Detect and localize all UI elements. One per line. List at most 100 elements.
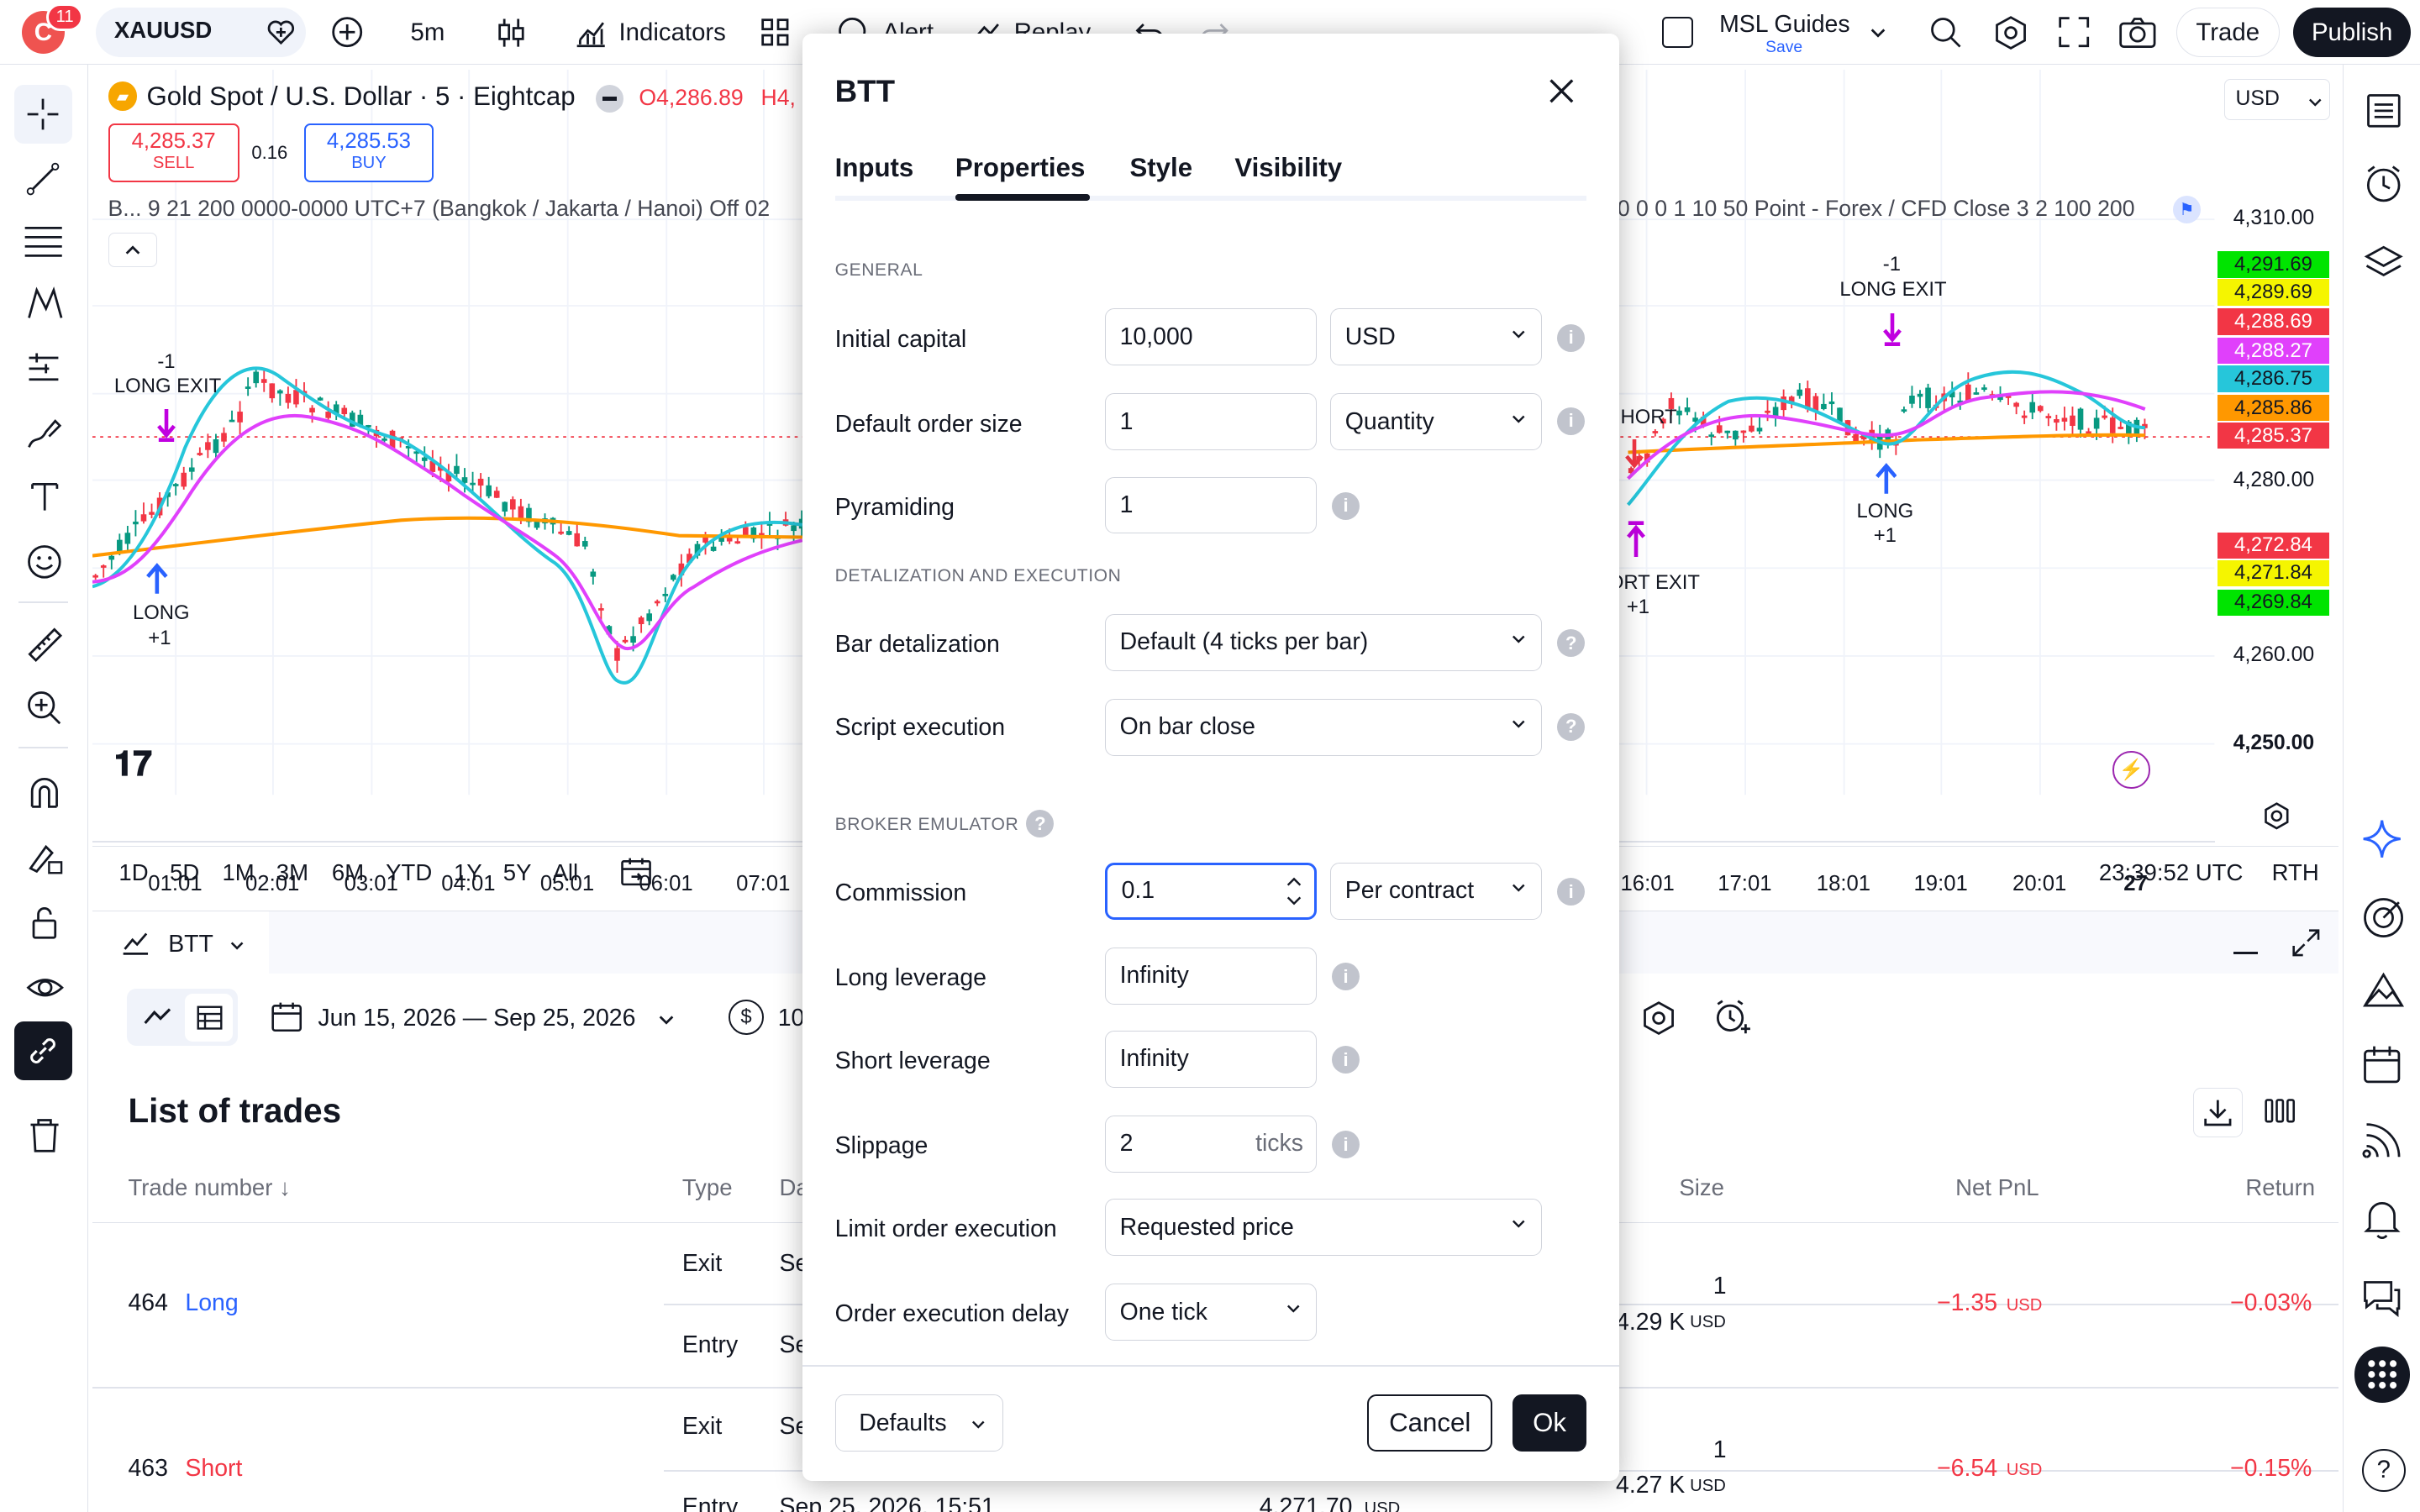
strategy-settings-icon[interactable] (1640, 1000, 1677, 1037)
range-6m[interactable]: 6M (332, 859, 364, 886)
layers-icon[interactable] (2362, 241, 2405, 284)
bar-detalization-select[interactable]: Default (4 ticks per bar) (1105, 614, 1542, 671)
slippage-input[interactable]: 2 ticks (1105, 1115, 1317, 1173)
col-net-pnl[interactable]: Net PnL (1955, 1174, 2039, 1201)
info-icon[interactable]: i (1332, 963, 1360, 991)
chat-icon[interactable] (2360, 1278, 2403, 1318)
spinner-icon[interactable] (1285, 873, 1303, 910)
date-range[interactable]: Jun 15, 2026 — Sep 25, 2026 (318, 1005, 635, 1032)
lock-drawing-icon[interactable] (24, 837, 65, 878)
col-return[interactable]: Return (2245, 1174, 2315, 1201)
camera-icon[interactable] (2118, 14, 2158, 51)
ok-button[interactable]: Ok (1512, 1394, 1587, 1452)
help-icon[interactable]: ? (1557, 629, 1586, 658)
col-size[interactable]: Size (1679, 1174, 1724, 1201)
tab-properties[interactable]: Properties (955, 153, 1085, 183)
info-icon[interactable]: i (1557, 407, 1586, 435)
trash-icon[interactable] (26, 1116, 63, 1156)
brush-icon[interactable] (24, 413, 65, 454)
help-icon[interactable]: ? (2362, 1448, 2406, 1493)
order-size-type-select[interactable]: Quantity (1330, 393, 1542, 451)
strategy-params[interactable]: B... 9 21 200 0000-0000 UTC+7 (Bangkok /… (108, 196, 771, 222)
fullscreen-icon[interactable] (2057, 15, 2091, 49)
info-icon[interactable]: i (1332, 491, 1360, 520)
pattern-icon[interactable] (24, 284, 65, 324)
cancel-button[interactable]: Cancel (1367, 1394, 1493, 1452)
range-all[interactable]: All (553, 859, 579, 886)
layout-checkbox[interactable] (1662, 17, 1693, 48)
buy-button[interactable]: 4,285.53 BUY (303, 123, 434, 182)
layout-save[interactable]: Save (1765, 39, 1802, 57)
notifications-bell-icon[interactable] (2362, 1197, 2402, 1240)
indicators-button[interactable]: Indicators (619, 18, 726, 47)
add-alert-icon[interactable] (1712, 998, 1752, 1038)
chevron-down-icon[interactable] (229, 937, 245, 953)
range-1m[interactable]: 1M (222, 859, 254, 886)
publish-button[interactable]: Publish (2293, 8, 2411, 57)
range-5d[interactable]: 5D (170, 859, 199, 886)
quick-search-icon[interactable] (1928, 14, 1965, 51)
range-1d[interactable]: 1D (118, 859, 148, 886)
prediction-icon[interactable] (24, 349, 65, 389)
chart-title[interactable]: Gold Spot / U.S. Dollar · 5 · Eightcap (146, 81, 575, 112)
defaults-button[interactable]: Defaults (834, 1394, 1003, 1452)
zoom-in-icon[interactable] (24, 688, 65, 728)
chart-view-icon[interactable] (142, 1005, 173, 1029)
order-size-input[interactable]: 1 (1105, 393, 1317, 451)
sell-button[interactable]: 4,285.37 SELL (108, 123, 239, 182)
range-5y[interactable]: 5Y (503, 859, 532, 886)
settings-icon[interactable] (2261, 801, 2292, 832)
layouts-grid-icon[interactable] (760, 17, 791, 48)
heart-plus-icon[interactable] (266, 17, 297, 48)
candles-icon[interactable] (497, 14, 528, 51)
eye-icon[interactable] (24, 966, 66, 1009)
trend-line-icon[interactable] (24, 160, 61, 197)
compare-plus-icon[interactable] (330, 15, 364, 49)
interval-button[interactable]: 5m (411, 18, 445, 47)
col-trade-number[interactable]: Trade number ↓ (128, 1174, 290, 1201)
commission-type-select[interactable]: Per contract (1330, 862, 1542, 920)
info-icon[interactable]: i (1332, 1131, 1360, 1159)
target-icon[interactable] (2360, 895, 2407, 941)
initial-capital-input[interactable]: 10,000 (1105, 308, 1317, 366)
indicators-icon[interactable] (574, 15, 608, 49)
settings-icon[interactable] (1992, 14, 2029, 51)
limit-order-select[interactable]: Requested price (1105, 1199, 1542, 1257)
tab-style[interactable]: Style (1129, 153, 1192, 183)
calendar-icon[interactable] (2360, 1043, 2403, 1086)
emoji-icon[interactable] (24, 542, 65, 582)
tab-visibility[interactable]: Visibility (1234, 153, 1342, 183)
short-leverage-input[interactable]: Infinity (1105, 1030, 1317, 1088)
range-ytd[interactable]: YTD (386, 859, 432, 886)
watchlist-icon[interactable] (2364, 91, 2404, 131)
trade-button[interactable]: Trade (2175, 8, 2280, 57)
text-tool-icon[interactable] (28, 478, 61, 515)
magnet-icon[interactable] (24, 773, 65, 813)
maximize-panel-icon[interactable] (2291, 927, 2322, 958)
pyramiding-input[interactable]: 1 (1105, 476, 1317, 534)
ruler-icon[interactable] (24, 623, 66, 666)
unlock-icon[interactable] (24, 902, 65, 942)
col-type[interactable]: Type (682, 1174, 733, 1201)
execution-delay-select[interactable]: One tick (1105, 1284, 1317, 1341)
chevron-down-icon[interactable] (657, 1011, 676, 1029)
streams-icon[interactable] (2362, 1121, 2402, 1162)
range-3m[interactable]: 3M (276, 859, 308, 886)
long-leverage-input[interactable]: Infinity (1105, 947, 1317, 1005)
alarm-icon[interactable] (2362, 162, 2405, 205)
session-readout[interactable]: RTH (2272, 859, 2319, 886)
calendar-icon[interactable] (270, 1000, 303, 1033)
help-icon[interactable]: ? (1026, 810, 1055, 838)
minimize-panel-icon[interactable] (2233, 952, 2259, 954)
columns-icon[interactable] (2263, 1095, 2296, 1126)
lightning-icon[interactable]: ⚡ (2112, 751, 2150, 789)
info-icon[interactable]: i (1557, 323, 1586, 352)
goto-date-icon[interactable] (618, 855, 655, 889)
capital-currency-select[interactable]: USD (1330, 308, 1542, 366)
ideas-icon[interactable] (2360, 969, 2407, 1011)
info-icon[interactable]: i (1557, 878, 1586, 906)
chevron-down-icon[interactable] (1869, 24, 1887, 42)
help-icon[interactable]: ? (1557, 712, 1586, 741)
script-execution-select[interactable]: On bar close (1105, 699, 1542, 756)
close-icon[interactable] (1546, 76, 1577, 107)
